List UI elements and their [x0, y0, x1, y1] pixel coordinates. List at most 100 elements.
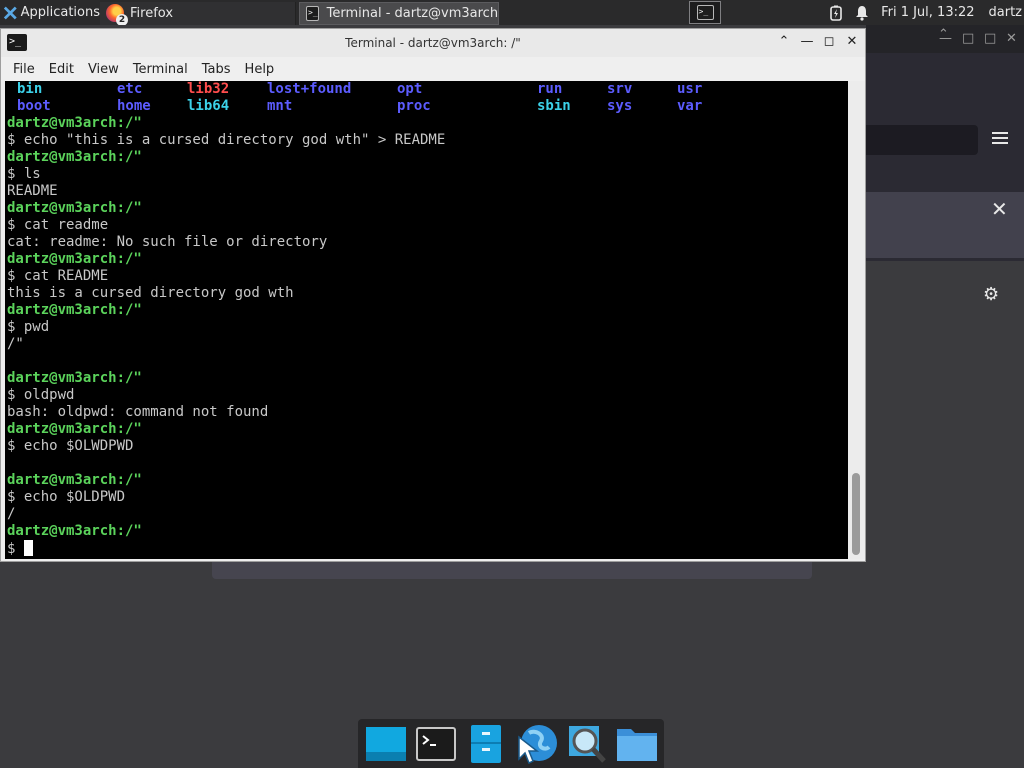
- prompt-line: dartz@vm3arch:/": [7, 251, 142, 267]
- input-prompt: $: [7, 541, 24, 557]
- command-line: $ echo $OLDPWD: [7, 489, 126, 505]
- prompt-line: dartz@vm3arch:/": [7, 149, 142, 165]
- window-count-badge: 2: [116, 14, 128, 25]
- battery-icon[interactable]: [829, 5, 843, 21]
- background-card: [212, 561, 812, 579]
- menu-file[interactable]: File: [13, 62, 35, 77]
- ls-entry: lost+found: [267, 81, 352, 97]
- output-line: this is a cursed directory god wth: [7, 285, 294, 301]
- ls-entry: home: [117, 98, 151, 114]
- terminal-titlebar[interactable]: >_ Terminal - dartz@vm3arch: /" ⌃ — ◻ ✕: [1, 29, 865, 57]
- maximize-icon[interactable]: ◻: [820, 34, 838, 49]
- dock-web-browser[interactable]: [513, 722, 560, 766]
- workspace-terminal-icon: >_: [696, 5, 714, 20]
- dock-show-desktop[interactable]: [362, 722, 409, 766]
- folder-icon: [617, 728, 658, 761]
- window-title: Terminal - dartz@vm3arch: /": [345, 36, 521, 50]
- roll-up-icon[interactable]: ⌃: [775, 34, 793, 49]
- command-line: $ cat readme: [7, 217, 109, 233]
- command-line: $ cat README: [7, 268, 109, 284]
- menu-terminal[interactable]: Terminal: [133, 62, 188, 77]
- dock-app-finder[interactable]: [563, 722, 610, 766]
- prompt-line: dartz@vm3arch:/": [7, 200, 142, 216]
- close-icon[interactable]: ✕: [991, 197, 1008, 221]
- restore-icon[interactable]: □: [984, 31, 996, 46]
- ls-row: boot home lib64 mnt proc sbin sys var: [7, 98, 848, 115]
- terminal-window: >_ Terminal - dartz@vm3arch: /" ⌃ — ◻ ✕ …: [0, 28, 866, 562]
- ls-entry: lib64: [187, 98, 230, 114]
- top-panel: Applications 2 Firefox >_ Terminal - dar…: [0, 0, 1024, 25]
- output-line: README: [7, 183, 58, 199]
- prompt-line: dartz@vm3arch:/": [7, 302, 142, 318]
- applications-menu[interactable]: Applications: [0, 0, 100, 25]
- user-menu[interactable]: dartz: [989, 5, 1022, 20]
- system-tray: Fri 1 Jul, 13:22 dartz: [829, 0, 1024, 25]
- menubar: File Edit View Terminal Tabs Help: [1, 57, 865, 81]
- desktop-icon: [365, 726, 406, 761]
- ls-entry: boot: [17, 98, 51, 114]
- ls-entry: sys: [607, 98, 633, 114]
- scrollbar-thumb[interactable]: [852, 473, 860, 555]
- ls-entry: sbin: [537, 98, 571, 114]
- ls-row: bin etc lib32 lost+found opt run srv usr: [7, 81, 848, 98]
- taskbar-firefox[interactable]: 2 Firefox: [100, 1, 296, 25]
- terminal-icon: >_: [306, 5, 319, 21]
- prompt-line: dartz@vm3arch:/": [7, 370, 142, 386]
- minimize-icon[interactable]: —: [798, 34, 816, 49]
- firefox-icon: 2: [106, 4, 128, 25]
- app-finder-icon: [568, 725, 606, 763]
- gear-icon[interactable]: ⚙: [983, 284, 999, 305]
- ls-entry: proc: [397, 98, 431, 114]
- ls-output: bin etc lib32 lost+found opt run srv usr boot hom…: [7, 81, 848, 115]
- address-bar[interactable]: [866, 125, 978, 155]
- close-icon[interactable]: ✕: [1006, 31, 1017, 46]
- dock-terminal[interactable]: [412, 722, 459, 766]
- ls-entry: etc: [117, 81, 143, 97]
- clock[interactable]: Fri 1 Jul, 13:22: [881, 5, 974, 20]
- text-cursor: [23, 540, 33, 556]
- xfce-logo-icon: [3, 6, 17, 19]
- command-line: $ ls: [7, 166, 41, 182]
- ls-entry: run: [537, 81, 563, 97]
- prompt-line: dartz@vm3arch:/": [7, 523, 142, 539]
- maximize-icon[interactable]: □: [962, 31, 974, 46]
- ls-entry: opt: [397, 81, 423, 97]
- ls-entry: mnt: [267, 98, 293, 114]
- ls-entry: srv: [607, 81, 633, 97]
- command-line: $ oldpwd: [7, 387, 75, 403]
- dock-home-folder[interactable]: [614, 722, 661, 766]
- menu-tabs[interactable]: Tabs: [202, 62, 231, 77]
- file-cabinet-icon: [471, 724, 502, 763]
- menu-help[interactable]: Help: [245, 62, 275, 77]
- notification-bell-icon[interactable]: [855, 5, 869, 21]
- command-line: $ echo "this is a cursed directory god w…: [7, 132, 446, 148]
- command-line: $ echo $OLWDPWD: [7, 438, 134, 454]
- ls-entry: usr: [677, 81, 703, 97]
- terminal-icon: >_: [7, 34, 27, 51]
- close-icon[interactable]: ✕: [843, 34, 861, 49]
- terminal-icon: [415, 726, 456, 761]
- terminal-output[interactable]: bin etc lib32 lost+found opt run srv usr boot hom…: [5, 81, 848, 559]
- prompt-line: dartz@vm3arch:/": [7, 115, 142, 131]
- ls-entry: lib32: [187, 81, 230, 97]
- roll-up-icon[interactable]: ⌃: [938, 27, 949, 42]
- output-line: bash: oldpwd: command not found: [7, 404, 269, 420]
- ls-entry: bin: [17, 81, 43, 97]
- taskbar-terminal-label: Terminal - dartz@vm3arch: /": [326, 5, 499, 21]
- terminal-scrollbar[interactable]: [848, 81, 865, 559]
- input-line[interactable]: $: [7, 540, 848, 557]
- dock-file-manager[interactable]: [463, 722, 510, 766]
- output-line: /": [7, 336, 24, 352]
- taskbar-terminal[interactable]: >_ Terminal - dartz@vm3arch: /": [299, 1, 499, 25]
- prompt-line: dartz@vm3arch:/": [7, 421, 142, 437]
- ls-entry: var: [677, 98, 703, 114]
- terminal-history: dartz@vm3arch:/" $ echo "this is a cursed…: [7, 115, 848, 540]
- prompt-line: dartz@vm3arch:/": [7, 472, 142, 488]
- menu-edit[interactable]: Edit: [49, 62, 74, 77]
- menu-view[interactable]: View: [88, 62, 119, 77]
- hamburger-menu-icon[interactable]: [992, 129, 1008, 147]
- workspace-switcher[interactable]: >_: [689, 1, 721, 24]
- background-firefox-window: — □ □ ✕ ⌃ ✕: [866, 25, 1024, 261]
